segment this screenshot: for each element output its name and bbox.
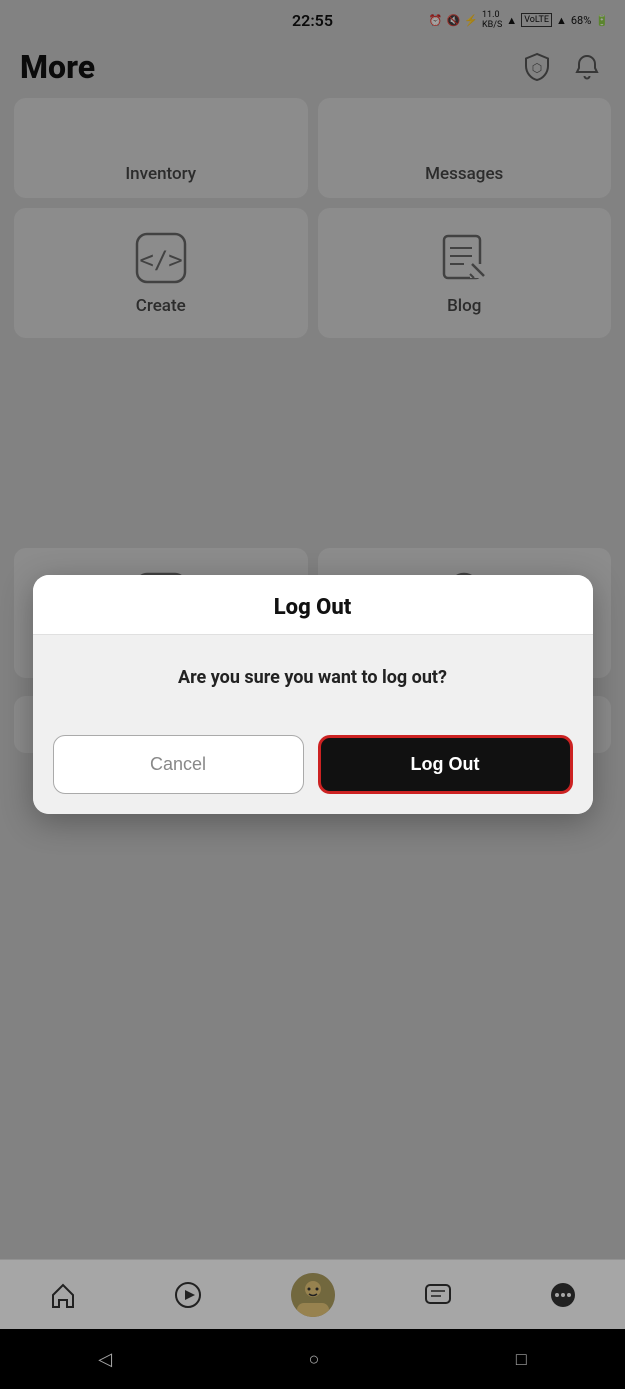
dialog-body: Are you sure you want to log out? xyxy=(33,635,593,720)
dialog-title: Log Out xyxy=(274,595,351,620)
cancel-button[interactable]: Cancel xyxy=(53,735,304,794)
logout-dialog: Log Out Are you sure you want to log out… xyxy=(33,575,593,813)
dialog-message: Are you sure you want to log out? xyxy=(178,667,447,688)
dialog-header: Log Out xyxy=(33,575,593,635)
dialog-overlay: Log Out Are you sure you want to log out… xyxy=(0,0,625,1389)
dialog-actions: Cancel Log Out xyxy=(33,721,593,814)
confirm-logout-button[interactable]: Log Out xyxy=(318,735,573,794)
